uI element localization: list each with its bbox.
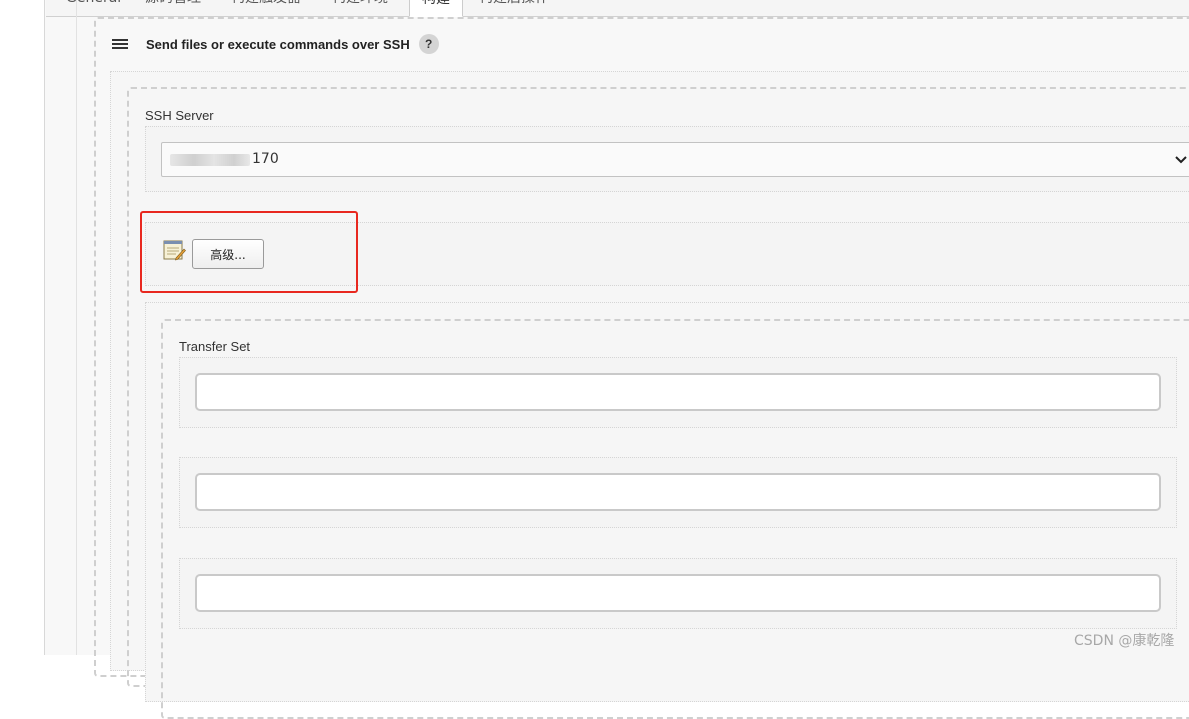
tab-build-triggers[interactable]: 构建触发器 <box>219 0 313 15</box>
tab-general[interactable]: General <box>54 0 133 15</box>
tab-build[interactable]: 构建 <box>409 0 463 17</box>
section-title: Send files or execute commands over SSH <box>146 36 410 52</box>
section-header: Send files or execute commands over SSH … <box>112 33 439 55</box>
left-guide-line <box>76 0 77 655</box>
tab-bar: General 源码管理 构建触发器 构建环境 构建 构建后操作 <box>46 0 1189 17</box>
help-icon[interactable]: ? <box>418 34 439 54</box>
transfer-set-label: Transfer Set <box>179 339 251 354</box>
ssh-server-label: SSH Server <box>145 108 214 123</box>
tab-build-environment[interactable]: 构建环境 <box>320 0 400 15</box>
tab-source-management[interactable]: 源码管理 <box>133 0 213 15</box>
chevron-down-icon <box>1175 156 1187 164</box>
transfer-field-input-3[interactable] <box>195 574 1161 612</box>
highlight-annotation <box>140 211 358 293</box>
drag-handle-icon[interactable] <box>112 39 128 49</box>
transfer-field-input-2[interactable] <box>195 473 1161 511</box>
tab-post-build[interactable]: 构建后操作 <box>467 0 561 15</box>
watermark-text: CSDN @康乾隆 <box>1074 633 1175 649</box>
redacted-server-name <box>170 154 250 166</box>
transfer-field-input-1[interactable] <box>195 373 1161 411</box>
ssh-server-select[interactable]: 170 <box>161 142 1189 177</box>
ssh-server-selected-value: 170 <box>252 151 279 167</box>
